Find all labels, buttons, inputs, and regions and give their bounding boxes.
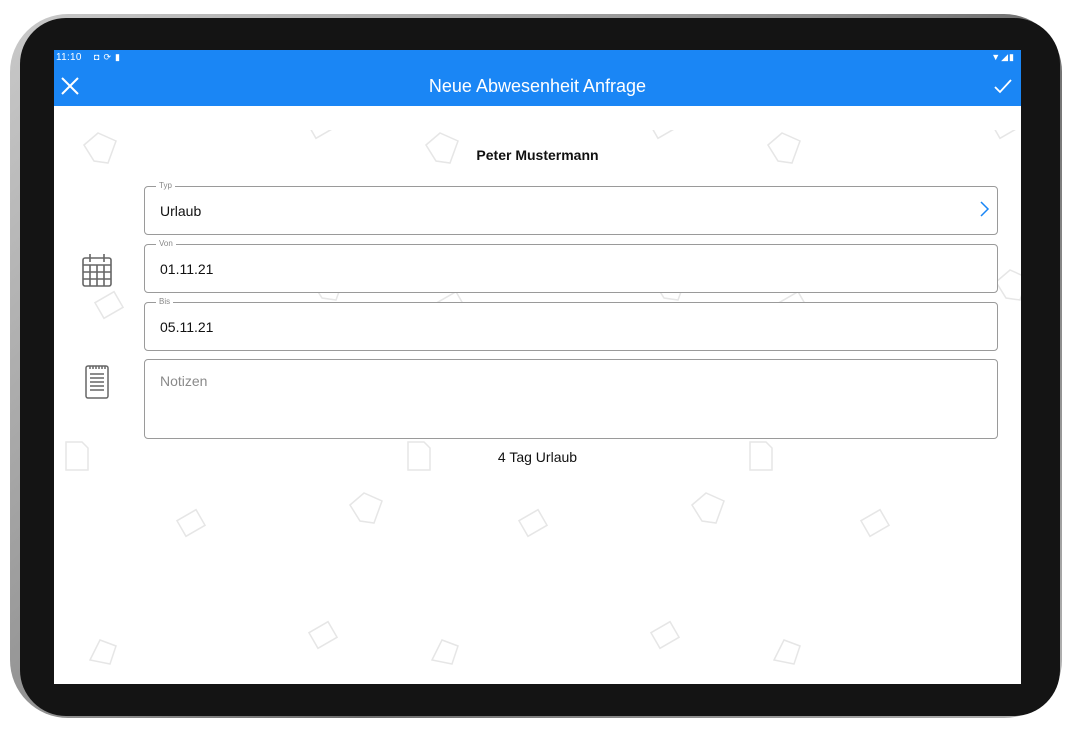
absence-summary: 4 Tag Urlaub xyxy=(497,449,578,465)
calendar-icon xyxy=(82,254,112,287)
page-title: Neue Abwesenheit Anfrage xyxy=(428,76,647,96)
content-sheet-top xyxy=(54,106,1021,130)
check-icon xyxy=(994,79,1012,94)
wifi-icon: ▼ xyxy=(991,52,1002,62)
von-value: 01.11.21 xyxy=(160,261,214,277)
chevron-right-icon xyxy=(980,201,990,217)
status-bar: 11:10 ◘⟳▮ ▼◢▮ xyxy=(54,50,1021,66)
status-system-icons: ▼◢▮ xyxy=(991,52,1015,63)
typ-label: Typ xyxy=(156,181,175,191)
confirm-button[interactable] xyxy=(991,74,1015,98)
status-time: 11:10 xyxy=(56,52,82,63)
sync-icon: ⟳ xyxy=(103,52,115,62)
notes-field[interactable]: Notizen xyxy=(144,359,998,439)
app-screen: 11:10 ◘⟳▮ ▼◢▮ Neue Abwesenheit Anfrage P… xyxy=(54,50,1021,684)
bis-date-field[interactable]: Bis 05.11.21 xyxy=(144,297,998,351)
battery-icon: ▮ xyxy=(1009,52,1015,62)
von-date-field[interactable]: Von 01.11.21 xyxy=(144,239,998,293)
status-notification-icons: ◘⟳▮ xyxy=(94,52,124,63)
typ-value: Urlaub xyxy=(160,203,202,219)
employee-name: Peter Mustermann xyxy=(476,147,599,163)
von-label: Von xyxy=(156,239,176,249)
battery-saver-icon: ▮ xyxy=(114,52,124,62)
bis-label: Bis xyxy=(156,297,174,307)
notes-placeholder: Notizen xyxy=(160,373,208,389)
typ-select[interactable]: Typ Urlaub xyxy=(144,181,998,235)
bis-value: 05.11.21 xyxy=(160,319,214,335)
signal-icon: ◢ xyxy=(1001,52,1010,62)
notepad-icon xyxy=(85,365,109,399)
